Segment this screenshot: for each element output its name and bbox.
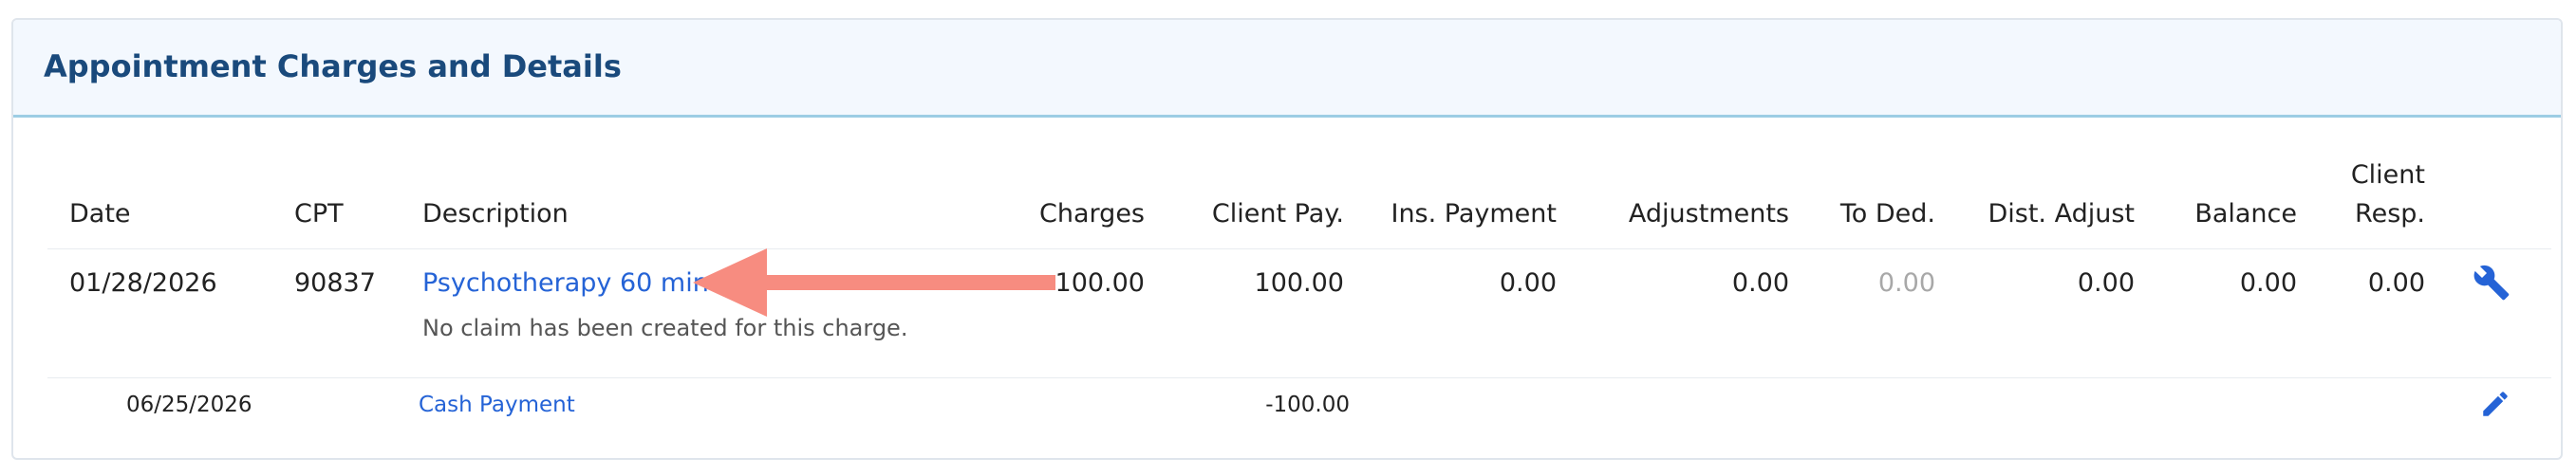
column-header-cpt: CPT — [294, 199, 344, 229]
charge-client-pay: 100.00 — [1254, 268, 1344, 298]
row-divider — [47, 377, 2551, 378]
column-header-adjustments: Adjustments — [1628, 199, 1789, 229]
charge-dist-adjust: 0.00 — [2077, 268, 2135, 298]
charge-description-link[interactable]: Psychotherapy 60 min — [422, 268, 709, 298]
charge-to-ded: 0.00 — [1877, 268, 1935, 298]
header-divider — [47, 248, 2551, 249]
charge-date: 01/28/2026 — [69, 268, 217, 298]
panel-title: Appointment Charges and Details — [44, 48, 622, 84]
annotation-arrow-icon — [693, 248, 1055, 317]
charge-ins-payment: 0.00 — [1499, 268, 1557, 298]
pencil-icon[interactable] — [2479, 388, 2513, 422]
payment-client-pay: -100.00 — [1265, 393, 1350, 417]
column-header-description: Description — [422, 199, 569, 229]
charge-cpt: 90837 — [294, 268, 376, 298]
column-header-client-resp-line1: Client — [2350, 160, 2425, 190]
charge-client-resp: 0.00 — [2367, 268, 2425, 298]
panel-header: Appointment Charges and Details — [13, 20, 2561, 118]
column-header-balance: Balance — [2194, 199, 2297, 229]
column-header-client-resp-line2: Resp. — [2355, 199, 2425, 229]
column-header-ins-payment: Ins. Payment — [1391, 199, 1557, 229]
charge-adjustments: 0.00 — [1731, 268, 1789, 298]
column-header-client-pay: Client Pay. — [1211, 199, 1344, 229]
column-header-dist-adjust: Dist. Adjust — [1988, 199, 2135, 229]
column-header-charges: Charges — [1039, 199, 1145, 229]
payment-date: 06/25/2026 — [126, 393, 252, 417]
wrench-icon[interactable] — [2473, 264, 2511, 302]
payment-description-link[interactable]: Cash Payment — [419, 393, 575, 417]
column-header-to-ded: To Ded. — [1839, 199, 1935, 229]
column-header-date: Date — [69, 199, 131, 229]
charge-balance: 0.00 — [2239, 268, 2297, 298]
